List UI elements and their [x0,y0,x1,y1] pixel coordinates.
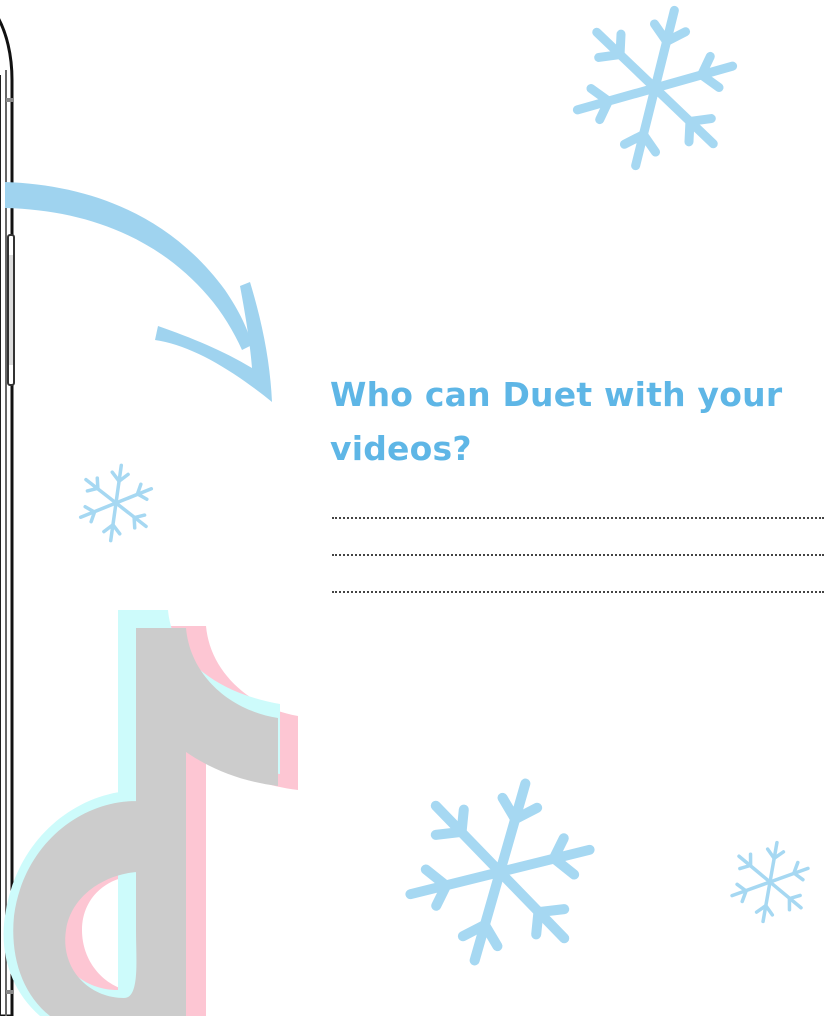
answer-line[interactable] [332,556,824,593]
tiktok-note-logo [3,610,298,1016]
snowflake-icon [572,5,738,171]
phone-frame [0,18,15,1016]
answer-line[interactable] [332,519,824,556]
answer-line[interactable] [332,498,824,519]
answer-lines [332,498,824,593]
snowflake-icon [78,463,154,543]
snowflake-icon [405,778,595,966]
curved-arrow-icon [5,182,272,402]
snowflake-icon [730,840,810,924]
question-heading: Who can Duet with your videos? [330,375,783,468]
